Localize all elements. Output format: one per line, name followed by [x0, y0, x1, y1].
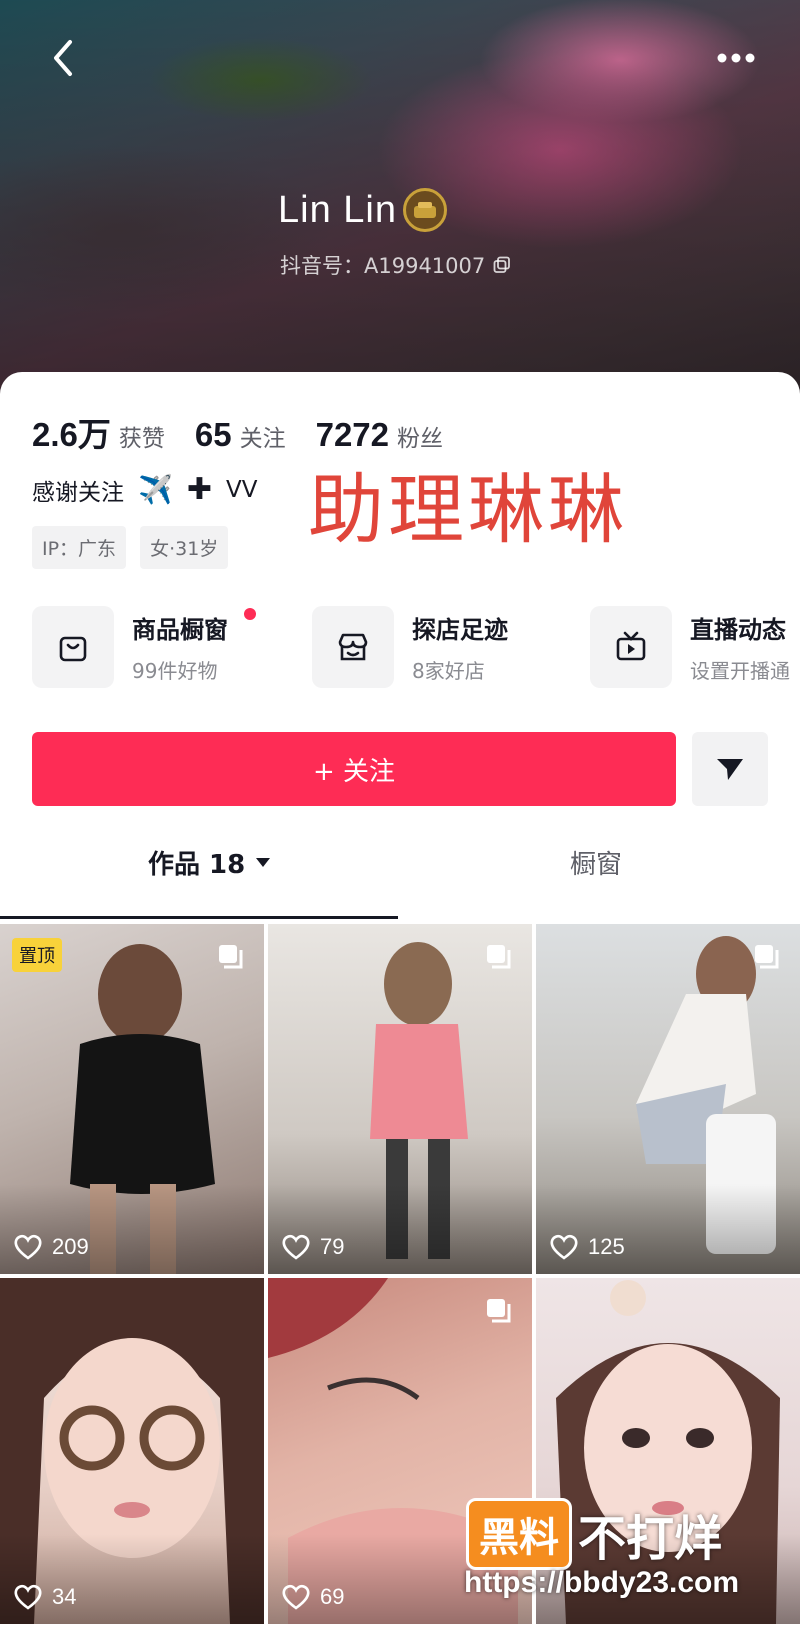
content-tabs: 作品 18 橱窗 [0, 832, 800, 892]
notification-dot [244, 608, 256, 620]
multi-image-icon [487, 945, 511, 969]
follow-label: + 关注 [312, 756, 396, 787]
tile-gradient [0, 1534, 264, 1624]
like-count: 209 [14, 1234, 89, 1260]
like-count-text: 79 [320, 1234, 345, 1259]
store-icon [312, 606, 394, 688]
video-tile[interactable]: 125 [536, 924, 800, 1274]
banner-background-art [40, 190, 240, 232]
shopping-bag-icon [32, 606, 114, 688]
feature-subtitle: 8家好店 [412, 659, 485, 683]
tile-gradient [0, 1184, 264, 1274]
more-horizontal-icon [717, 53, 755, 63]
heart-icon [14, 1584, 42, 1610]
stat-label: 获赞 [118, 426, 165, 452]
overlay-assistant-text: 助理琳琳 [308, 465, 628, 554]
watermark-text: 不打烊 [578, 1511, 723, 1567]
plus-icon: ✚ [186, 472, 213, 507]
like-count-text: 34 [52, 1584, 77, 1609]
feature-shop-window[interactable]: 商品橱窗 99件好物 [32, 606, 256, 688]
feature-live-updates[interactable]: 直播动态 设置开播通 [590, 606, 790, 688]
like-count-text: 209 [52, 1234, 89, 1259]
tab-works[interactable]: 作品 18 [148, 832, 271, 892]
profile-banner: Lin Lin 抖音号：A19941007 [0, 0, 800, 400]
feature-title: 直播动态 [690, 616, 786, 644]
douyin-id-text: 抖音号：A19941007 [280, 254, 486, 278]
profile-bio: 感谢关注 ✈️ ✚ VV [32, 472, 257, 507]
watermark-box: 黑料 [466, 1498, 572, 1570]
heart-icon [282, 1584, 310, 1610]
tile-gradient [268, 1184, 532, 1274]
feature-entries: 商品橱窗 99件好物 探店足迹 8家好店 直播动态 设置开播通 [32, 606, 800, 696]
profile-tags: IP：广东 女·31岁 [32, 526, 229, 569]
profile-card: 2.6万 获赞 65 关注 7272 粉丝 感谢关注 ✈️ ✚ VV 助理琳琳 … [0, 372, 800, 1652]
caret-down-icon [256, 858, 271, 867]
video-tile[interactable]: 79 [268, 924, 532, 1274]
tab-showcase-label: 橱窗 [570, 849, 623, 880]
chevron-left-icon [54, 40, 72, 76]
feature-title: 商品橱窗 [132, 616, 228, 644]
bio-text: 感谢关注 [32, 479, 124, 506]
like-count-text: 69 [320, 1584, 345, 1609]
tag-ip: IP：广东 [32, 526, 127, 569]
like-count: 34 [14, 1584, 76, 1610]
stat-likes[interactable]: 2.6万 获赞 [32, 408, 165, 456]
multi-image-icon [755, 945, 779, 969]
back-button[interactable] [44, 36, 84, 80]
tag-gender-age: 女·31岁 [140, 526, 229, 569]
stat-following[interactable]: 65 关注 [195, 416, 286, 454]
watermark-url: https://bbdy23.com [464, 1566, 740, 1599]
feature-subtitle: 设置开播通 [690, 659, 790, 683]
stat-label: 关注 [239, 426, 286, 452]
bio-suffix: VV [226, 476, 258, 503]
level-badge-icon[interactable] [402, 188, 447, 232]
stat-value: 2.6万 [32, 416, 111, 453]
like-count: 69 [282, 1584, 344, 1610]
like-count-text: 125 [588, 1234, 625, 1259]
follow-button[interactable]: + 关注 [32, 732, 676, 806]
airplane-icon: ✈️ [138, 473, 173, 506]
video-tile[interactable]: 34 [0, 1278, 264, 1624]
multi-image-icon [219, 945, 243, 969]
video-tile[interactable]: 置顶 209 [0, 924, 264, 1274]
like-count: 79 [282, 1234, 344, 1260]
active-tab-indicator [0, 916, 398, 919]
feature-subtitle: 99件好物 [132, 659, 218, 683]
douyin-id[interactable]: 抖音号：A19941007 [280, 250, 511, 280]
multi-image-icon [487, 1299, 511, 1323]
tab-showcase[interactable]: 橱窗 [570, 832, 622, 892]
copy-icon[interactable] [493, 256, 511, 274]
share-button[interactable] [692, 732, 768, 806]
heart-icon [550, 1234, 578, 1260]
tab-works-label: 作品 18 [148, 849, 246, 880]
stat-value: 65 [194, 416, 232, 453]
like-count: 125 [550, 1234, 625, 1260]
pinned-badge: 置顶 [12, 938, 62, 972]
tv-play-icon [590, 606, 672, 688]
nickname-text: Lin Lin [278, 188, 397, 231]
share-arrow-icon [717, 759, 743, 780]
heart-icon [282, 1234, 310, 1260]
site-watermark: 黑料 不打烊 [466, 1498, 722, 1570]
profile-nickname: Lin Lin [278, 188, 447, 232]
heart-icon [14, 1234, 42, 1260]
feature-store-visits[interactable]: 探店足迹 8家好店 [312, 606, 508, 688]
more-button[interactable] [714, 46, 758, 70]
tile-gradient [536, 1184, 800, 1274]
feature-title: 探店足迹 [412, 616, 508, 644]
